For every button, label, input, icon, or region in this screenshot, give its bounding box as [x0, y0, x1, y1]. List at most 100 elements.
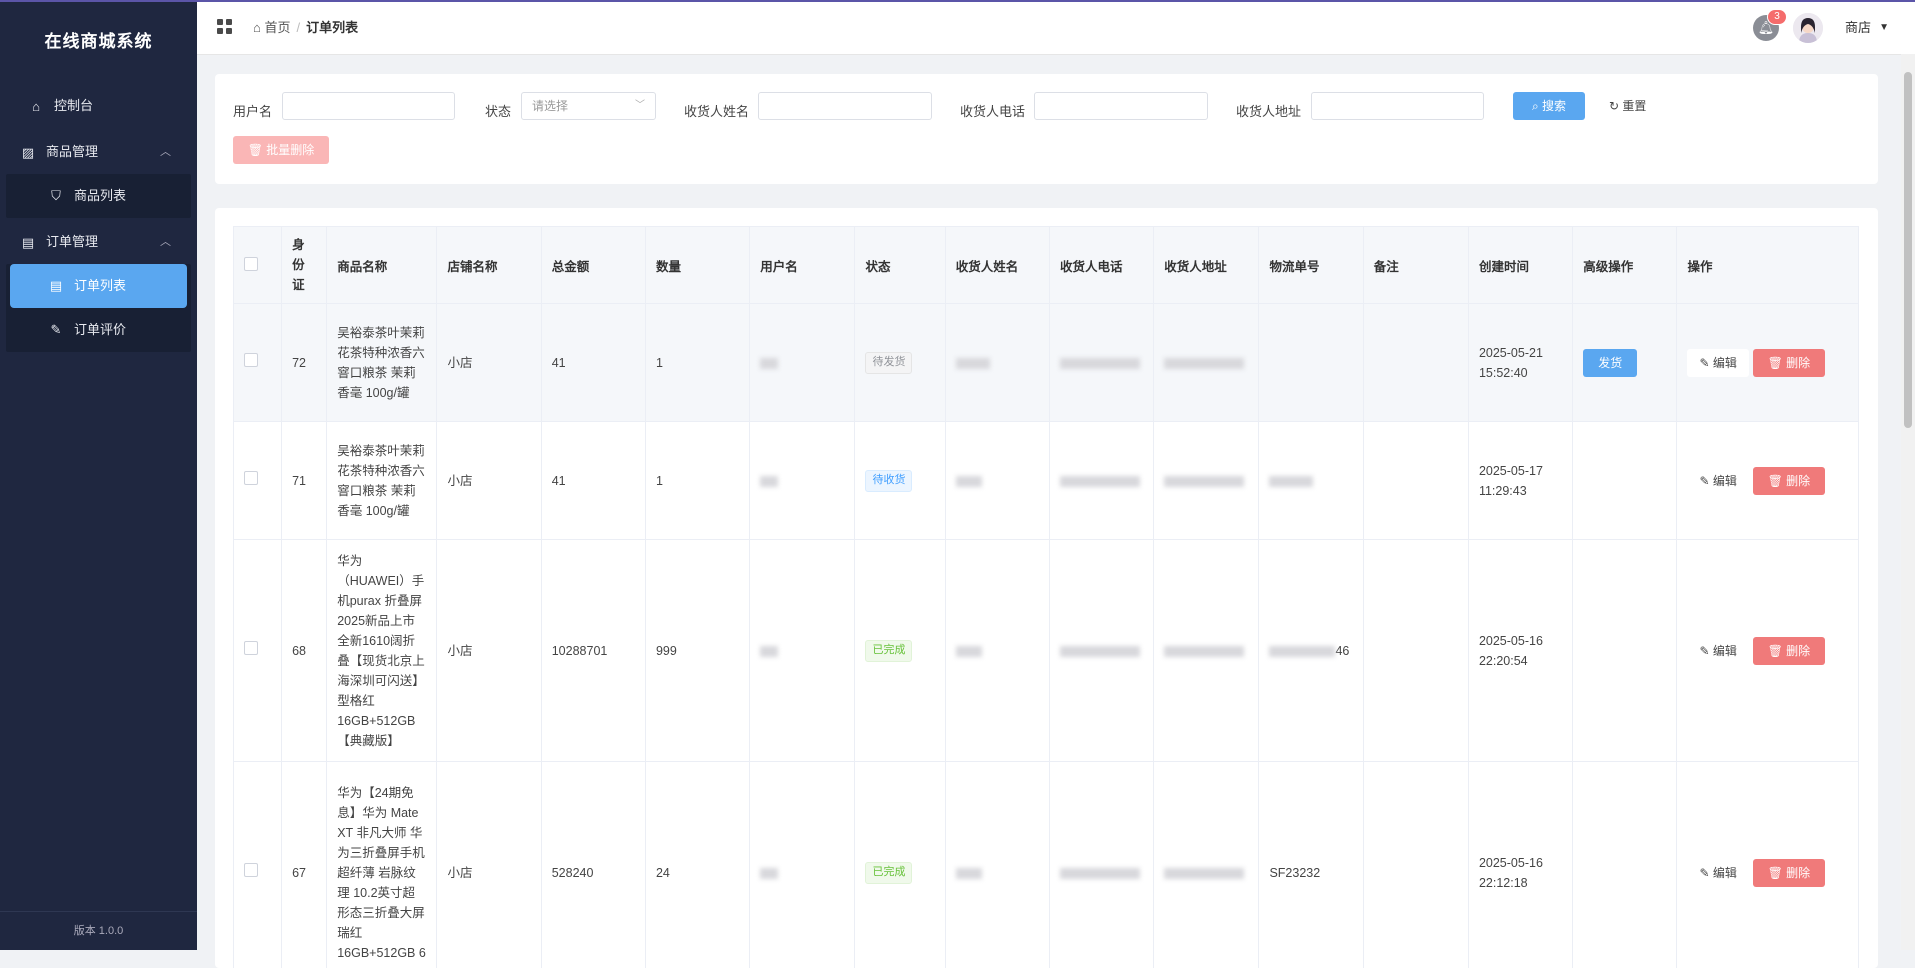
column-header: 用户名: [750, 227, 855, 304]
receiver-address-cell: [1154, 762, 1259, 968]
edit-button[interactable]: ✎ 编辑: [1687, 859, 1748, 887]
total-cell: 41: [541, 422, 645, 540]
username-cell: [750, 304, 855, 422]
quantity-cell: 24: [645, 762, 749, 968]
status-select[interactable]: 请选择﹀: [521, 92, 656, 120]
redacted-text: [956, 646, 982, 657]
actions-cell: ✎ 编辑🗑︎ 删除: [1677, 304, 1859, 422]
orders-submenu: ▤订单列表 ✎订单评价: [6, 264, 191, 352]
status-tag: 待收货: [865, 470, 912, 492]
total-cell: 41: [541, 304, 645, 422]
receiver-name-cell: [945, 422, 1049, 540]
avatar[interactable]: [1793, 13, 1823, 43]
sidebar-group-goods[interactable]: ▨商品管理 ︿: [0, 130, 197, 174]
total-cell: 10288701: [541, 540, 645, 762]
column-header: 商品名称: [327, 227, 437, 304]
sidebar-item-goods-list[interactable]: ⛉商品列表: [6, 174, 191, 218]
sidebar-group-label: 商品管理: [46, 144, 98, 159]
username-cell: [750, 762, 855, 968]
row-checkbox[interactable]: [244, 641, 258, 655]
table-header-row: 身份证 商品名称 店铺名称 总金额 数量 用户名 状态 收货人姓名 收货人电话 …: [234, 227, 1859, 304]
sidebar-group-orders[interactable]: ▤订单管理 ︿: [0, 220, 197, 264]
notification-badge: 3: [1767, 9, 1787, 25]
table-row[interactable]: 68 华为（HUAWEI）手机purax 折叠屏2025新品上市 全新1610阔…: [234, 540, 1859, 762]
sidebar-item-label: 订单列表: [74, 278, 126, 293]
breadcrumb-home[interactable]: ⌂ 首页: [253, 20, 290, 35]
username[interactable]: 商店: [1845, 2, 1871, 54]
row-select-cell: [234, 540, 282, 762]
search-button[interactable]: ⌕ 搜索: [1513, 92, 1585, 120]
shop-cell: 小店: [437, 304, 541, 422]
advanced-cell: [1573, 422, 1677, 540]
table-row[interactable]: 67 华为【24期免息】华为 Mate XT 非凡大师 华为三折叠屏手机超纤薄 …: [234, 762, 1859, 968]
remark-cell: [1363, 304, 1468, 422]
receiver-phone-input[interactable]: [1034, 92, 1208, 120]
remark-cell: [1363, 762, 1468, 968]
delete-button[interactable]: 🗑︎ 删除: [1753, 467, 1825, 495]
receiver-address-cell: [1154, 304, 1259, 422]
refresh-icon: ↻: [1609, 99, 1619, 113]
breadcrumb-separator: /: [296, 20, 300, 35]
row-checkbox[interactable]: [244, 863, 258, 877]
receiver-phone-cell: [1049, 304, 1153, 422]
status-cell: 待收货: [855, 422, 945, 540]
edit-button[interactable]: ✎ 编辑: [1687, 349, 1748, 377]
grid-menu-icon[interactable]: [217, 19, 233, 35]
table-row[interactable]: 71 吴裕泰茶叶茉莉花茶特种浓香六窨口粮茶 茉莉香毫 100g/罐 小店 41 …: [234, 422, 1859, 540]
ship-button[interactable]: 发货: [1583, 349, 1637, 377]
delete-button[interactable]: 🗑︎ 删除: [1753, 859, 1825, 887]
receiver-address-label: 收货人地址: [1236, 98, 1301, 126]
status-tag: 已完成: [865, 640, 912, 662]
redacted-text: [760, 358, 778, 369]
created-cell: 2025-05-17 11:29:43: [1468, 422, 1572, 540]
breadcrumb-current: 订单列表: [306, 20, 358, 35]
edit-icon: ✎: [1699, 474, 1709, 488]
receiver-name-input[interactable]: [758, 92, 932, 120]
sidebar-item-dashboard[interactable]: ⌂控制台: [0, 84, 197, 128]
quantity-cell: 1: [645, 304, 749, 422]
redacted-text: [956, 476, 982, 487]
receiver-name-cell: [945, 540, 1049, 762]
column-header: 高级操作: [1573, 227, 1677, 304]
status-cell: 待发货: [855, 304, 945, 422]
username-input[interactable]: [282, 92, 455, 120]
column-header: 身份证: [282, 227, 327, 304]
edit-button[interactable]: ✎ 编辑: [1687, 467, 1748, 495]
shop-cell: 小店: [437, 540, 541, 762]
status-tag: 待发货: [865, 352, 912, 374]
batch-delete-button[interactable]: 🗑︎ 批量删除: [233, 136, 329, 164]
receiver-address-cell: [1154, 422, 1259, 540]
search-panel: 用户名 状态 请选择﹀ 收货人姓名 收货人电话 收货人地址 ⌕ 搜索 ↻ 重置 …: [215, 74, 1878, 184]
scrollbar-thumb[interactable]: [1904, 72, 1912, 428]
row-checkbox[interactable]: [244, 471, 258, 485]
column-header: 备注: [1363, 227, 1468, 304]
sidebar-item-order-list[interactable]: ▤订单列表: [10, 264, 187, 308]
reset-button[interactable]: ↻ 重置: [1609, 92, 1646, 120]
edit-button[interactable]: ✎ 编辑: [1687, 637, 1748, 665]
redacted-text: [1164, 476, 1244, 487]
advanced-cell: [1573, 540, 1677, 762]
caret-down-icon[interactable]: ▼: [1879, 2, 1889, 54]
delete-button[interactable]: 🗑︎ 删除: [1753, 637, 1825, 665]
sidebar-item-label: 控制台: [54, 98, 93, 113]
row-checkbox[interactable]: [244, 353, 258, 367]
select-all-checkbox[interactable]: [244, 257, 258, 271]
delete-button[interactable]: 🗑︎ 删除: [1753, 349, 1825, 377]
bell-icon[interactable]: 🔔︎3: [1753, 15, 1779, 41]
orders-table-panel: 身份证 商品名称 店铺名称 总金额 数量 用户名 状态 收货人姓名 收货人电话 …: [215, 208, 1878, 968]
chevron-down-icon: ﹀: [635, 93, 645, 119]
table-row[interactable]: 72 吴裕泰茶叶茉莉花茶特种浓香六窨口粮茶 茉莉香毫 100g/罐 小店 41 …: [234, 304, 1859, 422]
sidebar-item-order-review[interactable]: ✎订单评价: [6, 308, 191, 352]
actions-cell: ✎ 编辑🗑︎ 删除: [1677, 540, 1859, 762]
column-header: 收货人地址: [1154, 227, 1259, 304]
page-scrollbar[interactable]: [1901, 54, 1915, 950]
status-label: 状态: [485, 98, 511, 126]
row-select-cell: [234, 304, 282, 422]
column-header: 店铺名称: [437, 227, 541, 304]
column-header: 创建时间: [1468, 227, 1572, 304]
product-cell: 华为【24期免息】华为 Mate XT 非凡大师 华为三折叠屏手机超纤薄 岩脉纹…: [327, 762, 437, 968]
top-accent-line: [0, 0, 1915, 2]
version-label: 版本 1.0.0: [0, 911, 197, 950]
column-header: 数量: [645, 227, 749, 304]
receiver-address-input[interactable]: [1311, 92, 1484, 120]
